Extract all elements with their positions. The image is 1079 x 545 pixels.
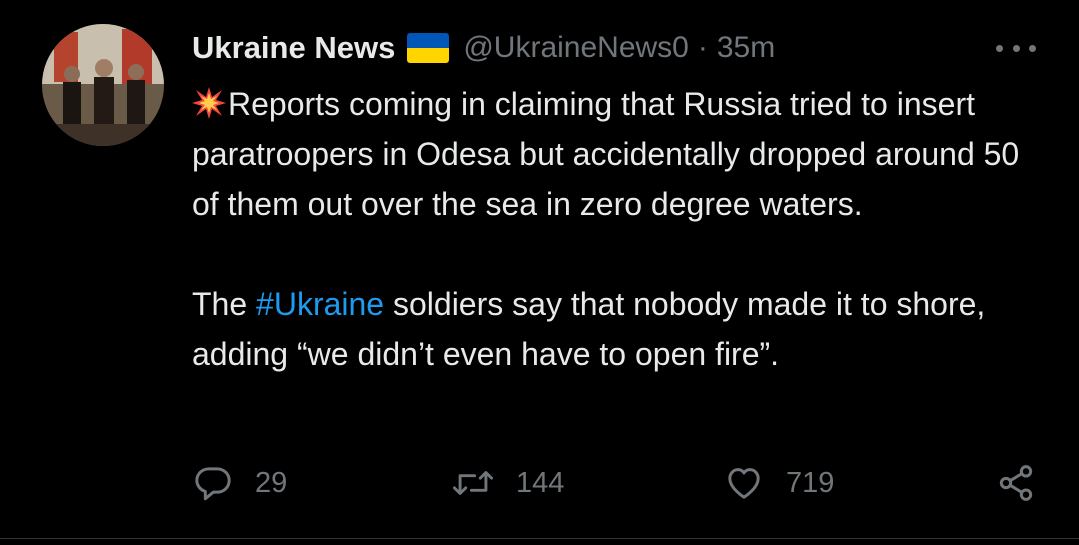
hashtag-link[interactable]: #Ukraine (256, 286, 384, 322)
share-icon (999, 465, 1033, 501)
more-dot (1012, 44, 1020, 52)
retweet-button[interactable]: 144 (452, 458, 564, 508)
retweet-icon (452, 471, 494, 495)
more-options-icon[interactable] (996, 38, 1036, 58)
tweet-paragraph-2: The #Ukraine soldiers say that nobody ma… (192, 279, 1052, 379)
flag-blue-stripe (407, 33, 450, 48)
like-button[interactable]: 719 (724, 458, 834, 508)
tweet-header: Ukraine News @UkraineNews0 · 35m (192, 26, 775, 70)
tweet[interactable]: Ukraine News @UkraineNews0 · 35m Reports… (0, 0, 1079, 545)
share-button[interactable] (996, 458, 1036, 508)
reply-icon (195, 467, 231, 501)
header-separator: · (697, 31, 708, 64)
like-count: 719 (786, 466, 835, 499)
paragraph-1-text: Reports coming in claiming that Russia t… (192, 86, 1020, 222)
tweet-body: Reports coming in claiming that Russia t… (192, 79, 1052, 379)
more-dot (1029, 44, 1036, 52)
avatar-image (42, 24, 164, 146)
paragraph-2-text-start: The (192, 286, 257, 322)
author-handle[interactable]: @UkraineNews0 (463, 31, 689, 65)
avatar[interactable] (42, 24, 164, 146)
collision-emoji-icon (192, 87, 226, 119)
tweet-divider (0, 538, 1079, 539)
tweet-timestamp[interactable]: 35m (717, 31, 775, 65)
ukraine-flag-icon (407, 33, 450, 63)
more-dot (996, 44, 1003, 52)
reply-button[interactable]: 29 (193, 458, 287, 508)
author-name[interactable]: Ukraine News (192, 30, 395, 66)
tweet-actions: 29 144 719 (0, 458, 1079, 508)
reply-count: 29 (255, 466, 288, 499)
heart-icon (728, 468, 760, 499)
tweet-paragraph-1: Reports coming in claiming that Russia t… (192, 79, 1052, 229)
flag-yellow-stripe (407, 48, 450, 63)
retweet-count: 144 (516, 466, 565, 499)
